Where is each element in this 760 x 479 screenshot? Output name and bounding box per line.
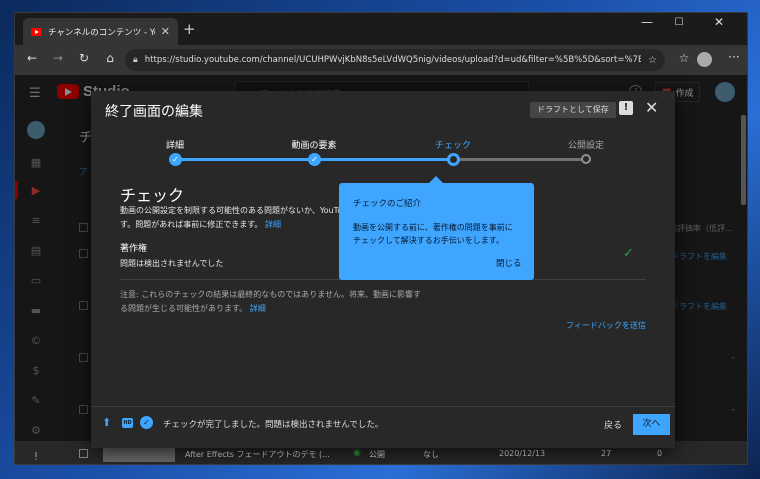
footer-status-text: チェックが完了しました。問題は検出されませんでした。 <box>163 420 384 430</box>
title-bar: チャンネルのコンテンツ - YouTube St ✕ + — ☐ ✕ <box>15 13 747 45</box>
public-eye-icon: ◉ <box>353 448 361 458</box>
new-tab-icon[interactable]: + <box>183 20 196 38</box>
checks-description-line2: す。問題があれば事前に修正できます。 <box>120 220 263 229</box>
url-field[interactable]: 🔒︎ https://studio.youtube.com/channel/UC… <box>125 49 665 71</box>
stepper-remaining-line <box>453 158 591 161</box>
step-label-checks[interactable]: チェック <box>408 138 498 151</box>
tab-title: チャンネルのコンテンツ - YouTube St <box>48 27 155 38</box>
send-feedback-link[interactable]: フィードバックを送信 <box>566 320 646 331</box>
copyright-ok-check-icon: ✓ <box>623 246 634 261</box>
maximize-icon[interactable]: ☐ <box>665 17 693 28</box>
tooltip-close-button[interactable]: 閉じる <box>496 257 522 269</box>
step-done-check-icon[interactable]: ✓ <box>169 153 182 166</box>
video-comments: 0 <box>657 449 663 458</box>
checks-complete-icon: ✓ <box>140 416 153 429</box>
youtube-favicon-icon <box>31 27 42 36</box>
home-icon[interactable]: ⌂ <box>97 51 123 65</box>
video-visibility: 公開 <box>369 450 385 459</box>
step-done-check-icon[interactable]: ✓ <box>308 153 321 166</box>
browser-tab[interactable]: チャンネルのコンテンツ - YouTube St ✕ <box>23 18 178 45</box>
profile-avatar-icon[interactable] <box>697 52 712 67</box>
video-date: 2020/12/13 <box>499 449 546 458</box>
back-arrow-icon[interactable]: ← <box>19 51 45 65</box>
browser-menu-icon[interactable]: ··· <box>721 50 747 64</box>
copyright-title: 著作権 <box>120 244 148 254</box>
hd-badge-icon: HD <box>122 418 133 428</box>
row-checkbox[interactable] <box>79 449 88 458</box>
checks-description-line1: 動画の公開設定を制限する可能性のある問題がないか、YouTube が動画をチェッ… <box>120 206 352 215</box>
checks-intro-tooltip: チェックのご紹介 動画を公開する前に、著作権の問題を事前に チェックして解決する… <box>339 176 534 280</box>
copyright-status: 問題は検出されませんでした <box>120 259 224 268</box>
step-current-dot[interactable] <box>447 153 460 166</box>
minimize-icon[interactable]: — <box>633 15 661 29</box>
forward-arrow-icon[interactable]: → <box>45 51 71 65</box>
note-line2-wrap: る問題が生じる可能性があります。 詳細 <box>120 302 266 316</box>
vertical-scrollbar[interactable] <box>741 115 746 205</box>
bookmark-star-icon[interactable]: ☆ <box>648 55 657 66</box>
window-close-icon[interactable]: ✕ <box>705 15 733 29</box>
learn-more-link[interactable]: 詳細 <box>265 220 281 229</box>
address-bar-row: ← → ↻ ⌂ 🔒︎ https://studio.youtube.com/ch… <box>15 45 747 75</box>
step-label-visibility[interactable]: 公開設定 <box>541 138 631 151</box>
back-button[interactable]: 戻る <box>604 418 622 431</box>
lock-icon: 🔒︎ <box>133 55 138 65</box>
step-todo-dot[interactable] <box>581 154 591 164</box>
save-draft-button[interactable]: ドラフトとして保存 <box>530 102 616 118</box>
checks-description-line2-wrap: す。問題があれば事前に修正できます。 詳細 <box>120 218 281 232</box>
dialog-title: 終了画面の編集 <box>105 104 203 120</box>
dialog-close-icon[interactable]: ✕ <box>645 98 658 117</box>
note-learn-more-link[interactable]: 詳細 <box>250 304 266 313</box>
favorites-icon[interactable]: ☆ <box>671 51 697 65</box>
tooltip-body-line1: 動画を公開する前に、著作権の問題を事前に <box>353 223 513 232</box>
note-line2: る問題が生じる可能性があります。 <box>120 304 248 313</box>
step-label-elements[interactable]: 動画の要素 <box>269 138 359 151</box>
dialog-footer: ⬆ HD ✓ チェックが完了しました。問題は検出されませんでした。 戻る 次へ <box>91 406 675 448</box>
checks-heading: チェック <box>120 186 185 205</box>
video-views: 27 <box>601 449 612 458</box>
next-button[interactable]: 次へ <box>633 414 670 435</box>
step-label-details[interactable]: 詳細 <box>130 138 220 151</box>
note-line1: 注意: これらのチェックの結果は最終的なものではありません。将来、動画に影響す <box>120 290 421 299</box>
tab-close-icon[interactable]: ✕ <box>161 25 170 38</box>
feedback-icon[interactable]: ! <box>28 449 44 464</box>
video-restriction: なし <box>423 450 439 459</box>
upload-icon: ⬆ <box>102 416 112 429</box>
tooltip-body-line2: チェックして解決するお手伝いをします。 <box>353 236 504 245</box>
video-title[interactable]: After Effects フェードアウトのデモ (... <box>185 449 330 460</box>
url-text: https://studio.youtube.com/channel/UCUHP… <box>144 55 642 65</box>
report-feedback-icon[interactable]: ! <box>619 101 633 115</box>
tooltip-title: チェックのご紹介 <box>353 199 422 209</box>
reload-icon[interactable]: ↻ <box>71 51 97 65</box>
